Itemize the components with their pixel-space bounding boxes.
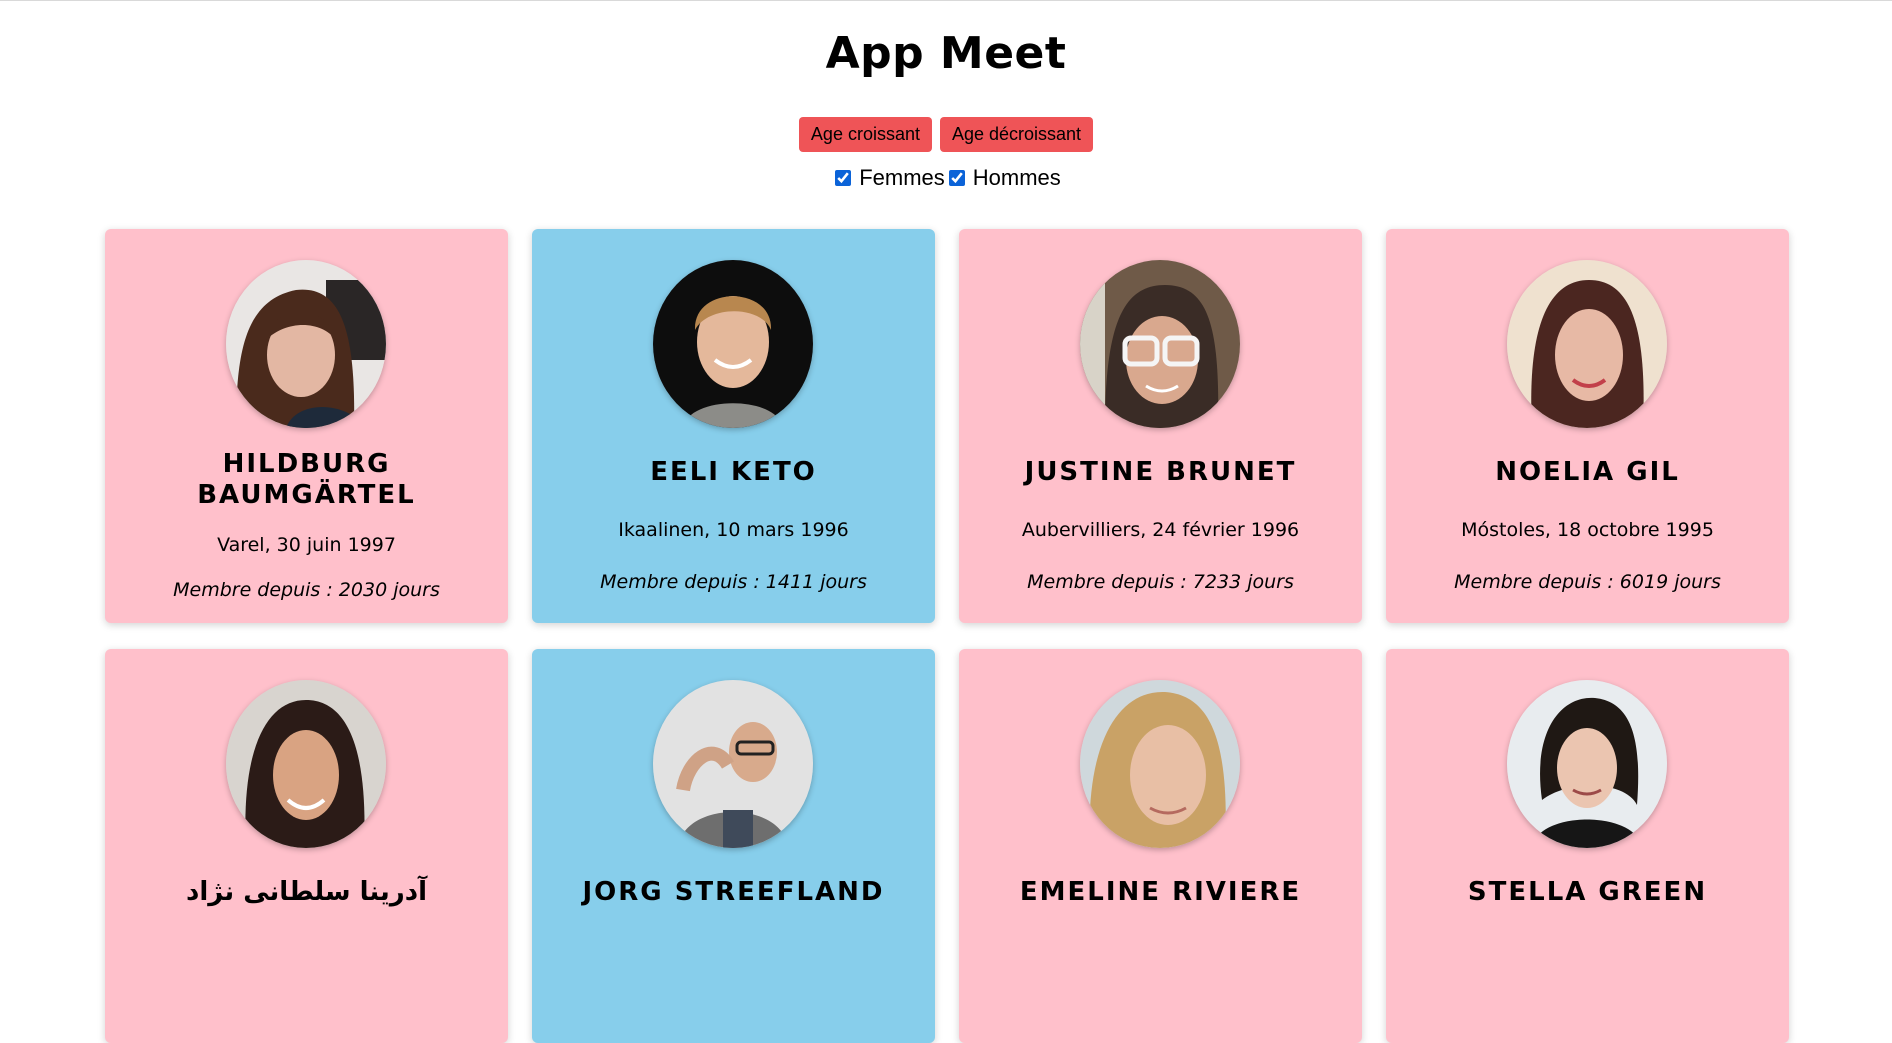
avatar xyxy=(226,260,386,428)
avatar-photo-icon xyxy=(1507,680,1667,848)
avatar xyxy=(1080,680,1240,848)
profile-place-birthdate: Aubervilliers, 24 février 1996 xyxy=(1021,519,1300,541)
profile-name: JORG STREEFLAND xyxy=(582,877,885,907)
profile-membership: Membre depuis : 7233 jours xyxy=(1027,571,1294,593)
profile-card[interactable]: آدرینا سلطانی نژاد xyxy=(105,649,508,1043)
profile-card[interactable]: JUSTINE BRUNET Aubervilliers, 24 février… xyxy=(959,229,1362,623)
women-label: Femmes xyxy=(859,165,945,190)
men-checkbox[interactable] xyxy=(948,170,965,186)
avatar-photo-icon xyxy=(1080,680,1240,848)
profile-card[interactable]: NOELIA GIL Móstoles, 18 octobre 1995 Mem… xyxy=(1386,229,1789,623)
top-border xyxy=(0,0,1892,1)
profile-name: NOELIA GIL xyxy=(1495,457,1680,487)
avatar-photo-icon xyxy=(653,260,813,428)
filter-men[interactable]: Hommes xyxy=(945,165,1061,191)
avatar xyxy=(653,680,813,848)
filter-women[interactable]: Femmes xyxy=(831,165,945,191)
avatar xyxy=(653,260,813,428)
profile-name: آدرینا سلطانی نژاد xyxy=(186,877,427,907)
profile-name: JUSTINE BRUNET xyxy=(1024,457,1297,487)
profile-name: EMELINE RIVIERE xyxy=(1019,877,1302,907)
profile-card[interactable]: STELLA GREEN xyxy=(1386,649,1789,1043)
avatar xyxy=(226,680,386,848)
profile-place-birthdate: Móstoles, 18 octobre 1995 xyxy=(1461,519,1714,541)
profile-card[interactable]: HILDBURG BAUMGÄRTEL Varel, 30 juin 1997 … xyxy=(105,229,508,623)
avatar-photo-icon xyxy=(226,260,386,428)
profile-grid: HILDBURG BAUMGÄRTEL Varel, 30 juin 1997 … xyxy=(105,229,1791,1043)
profile-card[interactable]: EELI KETO Ikaalinen, 10 mars 1996 Membre… xyxy=(532,229,935,623)
profile-name: STELLA GREEN xyxy=(1467,877,1708,907)
avatar-photo-icon xyxy=(226,680,386,848)
avatar-photo-icon xyxy=(653,680,813,848)
page-title: App Meet xyxy=(825,28,1067,79)
profile-membership: Membre depuis : 2030 jours xyxy=(173,579,440,601)
profile-card[interactable]: JORG STREEFLAND xyxy=(532,649,935,1043)
avatar xyxy=(1507,260,1667,428)
avatar xyxy=(1507,680,1667,848)
profile-place-birthdate: Ikaalinen, 10 mars 1996 xyxy=(618,519,849,541)
profile-name: EELI KETO xyxy=(650,457,817,487)
men-label: Hommes xyxy=(972,165,1061,190)
profile-card[interactable]: EMELINE RIVIERE xyxy=(959,649,1362,1043)
gender-filters: Femmes Hommes xyxy=(0,165,1892,191)
profile-name: HILDBURG BAUMGÄRTEL xyxy=(197,449,416,510)
avatar xyxy=(1080,260,1240,428)
women-checkbox[interactable] xyxy=(835,170,852,186)
sort-age-descending-button[interactable]: Age décroissant xyxy=(939,117,1094,152)
sort-age-ascending-button[interactable]: Age croissant xyxy=(798,117,932,152)
avatar-photo-icon xyxy=(1080,260,1240,428)
sort-controls: Age croissant Age décroissant xyxy=(0,117,1892,152)
profile-membership: Membre depuis : 1411 jours xyxy=(600,571,867,593)
avatar-photo-icon xyxy=(1507,260,1667,428)
profile-place-birthdate: Varel, 30 juin 1997 xyxy=(217,534,396,556)
profile-membership: Membre depuis : 6019 jours xyxy=(1454,571,1721,593)
